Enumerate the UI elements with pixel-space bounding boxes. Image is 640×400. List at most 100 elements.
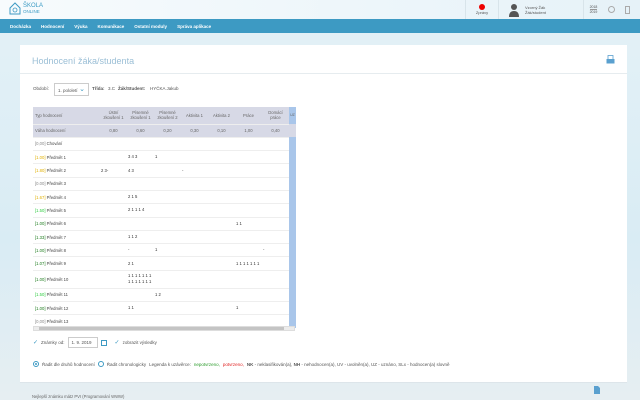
grade-cell[interactable]	[235, 137, 262, 152]
subject-name[interactable]: Předmět 11	[47, 292, 68, 297]
grade-cell[interactable]	[181, 177, 208, 191]
subject-name[interactable]: Předmět 2	[47, 168, 66, 173]
grade-cell[interactable]	[262, 256, 289, 271]
grade-cell[interactable]	[181, 256, 208, 271]
subject-name[interactable]: Předmět 1	[47, 155, 66, 160]
grade-cell[interactable]	[262, 203, 289, 218]
grade-cell[interactable]	[208, 203, 235, 218]
grade-cell[interactable]	[235, 288, 262, 303]
grade-cell[interactable]	[181, 190, 208, 205]
grade-cell[interactable]: 2 3-	[100, 163, 127, 178]
checkmark-icon[interactable]: ✓	[115, 339, 120, 346]
grade-cell[interactable]	[154, 203, 181, 218]
grade-cell[interactable]: 1 1 1 1 1 1 1	[235, 256, 262, 271]
grade-cell[interactable]	[181, 243, 208, 258]
grade-cell[interactable]	[181, 150, 208, 165]
document-icon[interactable]	[594, 386, 600, 394]
grade-cell[interactable]	[154, 177, 181, 191]
grade-cell[interactable]: -	[181, 163, 208, 178]
grade-cell[interactable]: 1	[154, 243, 181, 258]
grade-cell[interactable]	[262, 137, 289, 152]
grade-cell[interactable]	[262, 270, 289, 289]
checkmark-icon[interactable]: ✓	[33, 339, 38, 346]
grade-cell[interactable]	[235, 190, 262, 205]
date-input[interactable]: 1. 9. 2019	[67, 337, 98, 348]
school-year-button[interactable]: 2018 2019	[583, 0, 603, 19]
nav-grades[interactable]: Hodnocení	[41, 24, 64, 29]
grade-cell[interactable]	[208, 217, 235, 231]
grade-cell[interactable]	[262, 230, 289, 245]
subject-name[interactable]: Předmět 7	[47, 235, 66, 240]
grade-cell[interactable]: -	[127, 243, 154, 258]
sort-by-type-radio[interactable]	[33, 361, 39, 367]
calendar-icon[interactable]	[100, 339, 107, 346]
print-icon[interactable]	[606, 55, 615, 64]
grade-cell[interactable]	[262, 301, 289, 316]
grade-cell[interactable]: -	[262, 243, 289, 258]
grade-cell[interactable]	[208, 288, 235, 303]
grade-cell[interactable]: 4 3	[127, 163, 154, 178]
grade-cell[interactable]	[262, 288, 289, 303]
grade-cell[interactable]	[100, 217, 127, 231]
grade-cell[interactable]	[100, 270, 127, 289]
grade-cell[interactable]: 2 1 1 1 4	[127, 203, 154, 218]
subject-name[interactable]: Předmět 8	[47, 248, 66, 253]
sort-chronological-radio[interactable]	[97, 361, 104, 367]
grade-cell[interactable]: 1 2	[154, 288, 181, 303]
period-select[interactable]: 1. pololetí ⌄	[54, 83, 89, 96]
show-results-label[interactable]: zobrazit výsledky	[123, 340, 157, 345]
grade-cell[interactable]	[154, 270, 181, 289]
grade-cell[interactable]	[235, 150, 262, 165]
grade-cell[interactable]	[235, 243, 262, 258]
grade-cell[interactable]	[262, 163, 289, 178]
grade-cell[interactable]	[181, 217, 208, 231]
grade-cell[interactable]	[208, 163, 235, 178]
grade-cell[interactable]	[208, 230, 235, 245]
table-horizontal-scrollbar[interactable]	[33, 326, 295, 331]
sort-chronological-label[interactable]: Řadit chronologicky	[107, 362, 146, 367]
grade-cell[interactable]	[181, 270, 208, 289]
nav-attendance[interactable]: Docházka	[10, 24, 31, 29]
subject-name[interactable]: Předmět 4	[47, 195, 66, 200]
grade-cell[interactable]	[154, 137, 181, 152]
grade-cell[interactable]	[127, 177, 154, 191]
grade-cell[interactable]	[235, 203, 262, 218]
grade-cell[interactable]: 1	[154, 150, 181, 165]
grade-cell[interactable]	[208, 270, 235, 289]
grade-cell[interactable]	[208, 301, 235, 316]
grade-cell[interactable]: 2 1	[127, 256, 154, 271]
grade-cell[interactable]	[262, 190, 289, 205]
grade-cell[interactable]	[100, 243, 127, 258]
grade-cell[interactable]: 3 4 3	[127, 150, 154, 165]
nav-other-modules[interactable]: Ostatní moduly	[134, 24, 167, 29]
grade-cell[interactable]: 1 1	[235, 217, 262, 231]
grade-cell[interactable]	[127, 137, 154, 152]
grade-cell[interactable]	[181, 288, 208, 303]
grade-cell[interactable]	[262, 177, 289, 191]
grade-cell[interactable]	[100, 230, 127, 245]
subject-name[interactable]: Předmět 9	[47, 261, 66, 266]
grade-cell[interactable]: 1	[235, 301, 262, 316]
grade-cell[interactable]	[262, 150, 289, 165]
grade-cell[interactable]	[154, 301, 181, 316]
grade-cell[interactable]	[100, 288, 127, 303]
subject-name[interactable]: Předmět 12	[47, 306, 69, 311]
subject-name[interactable]: Předmět 6	[47, 221, 66, 226]
grade-cell[interactable]	[100, 301, 127, 316]
grade-cell[interactable]	[208, 256, 235, 271]
grade-cell[interactable]	[208, 177, 235, 191]
grade-cell[interactable]	[235, 230, 262, 245]
subject-name[interactable]: Chování	[47, 141, 63, 146]
nav-teaching[interactable]: Výuka	[74, 24, 87, 29]
grade-cell[interactable]	[208, 137, 235, 152]
grade-cell[interactable]	[208, 190, 235, 205]
subject-name[interactable]: Předmět 13	[47, 319, 69, 324]
grade-cell[interactable]	[181, 137, 208, 152]
grade-cell[interactable]: 1 1 1 1 1 1 1 1 1 1 1 1 1 1	[127, 270, 154, 289]
grade-cell[interactable]: 2 1 5	[127, 190, 154, 205]
grade-cell[interactable]	[154, 163, 181, 178]
grade-cell[interactable]	[100, 177, 127, 191]
grade-cell[interactable]	[235, 177, 262, 191]
grade-cell[interactable]	[100, 137, 127, 152]
nav-communication[interactable]: Komunikace	[98, 24, 125, 29]
